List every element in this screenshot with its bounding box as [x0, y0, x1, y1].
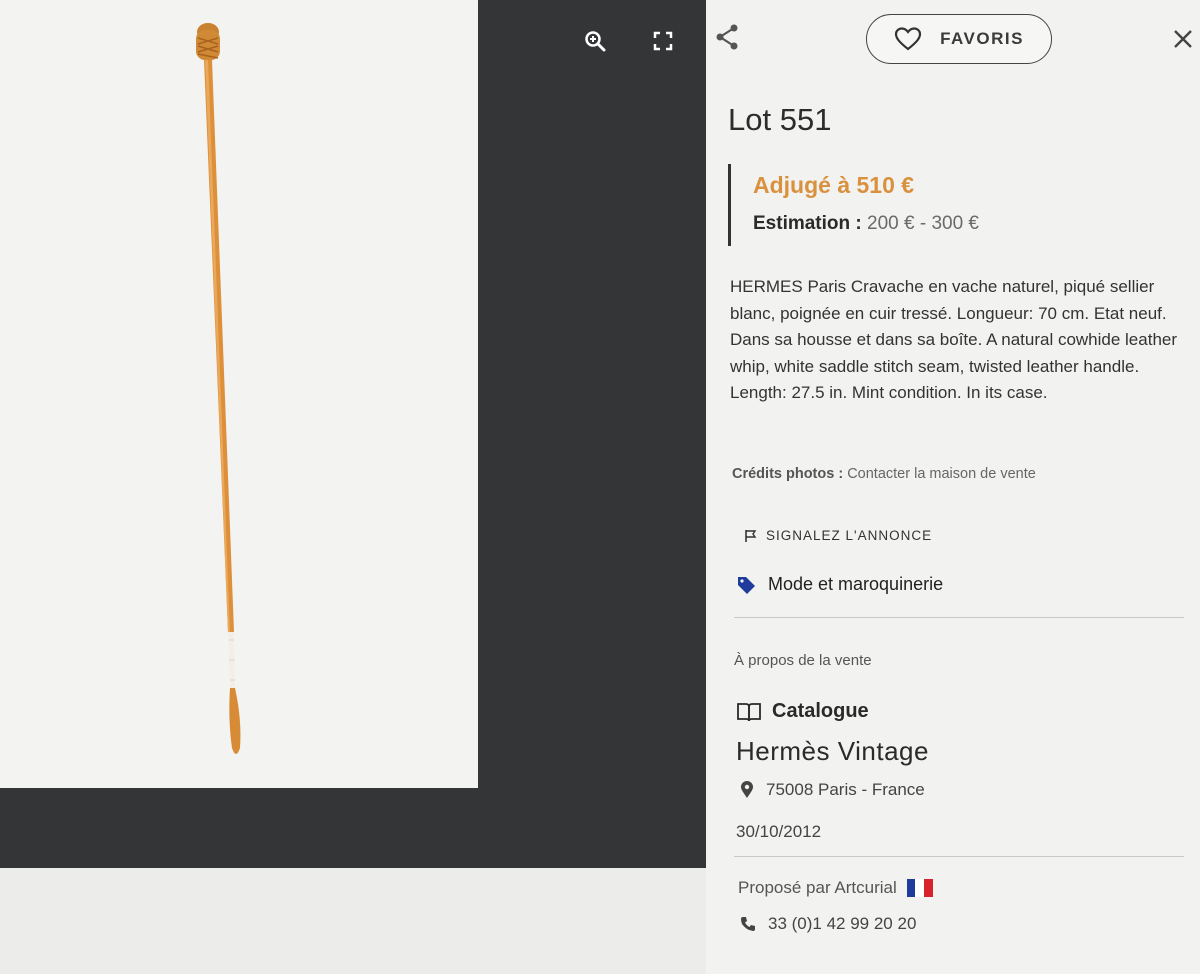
phone-number: 33 (0)1 42 99 20 20 [768, 914, 917, 933]
lot-description: HERMES Paris Cravache en vache naturel, … [730, 277, 1178, 402]
fullscreen-icon[interactable] [646, 24, 680, 58]
book-icon [737, 702, 761, 721]
favorite-button[interactable]: FAVORIS [866, 14, 1052, 64]
estimate-value: 200 € - 300 € [867, 213, 979, 234]
flag-icon [745, 529, 757, 542]
auction-house: Proposé par Artcurial [738, 878, 933, 898]
report-listing-link[interactable]: SIGNALEZ L'ANNONCE [744, 528, 932, 543]
sale-date: 30/10/2012 [736, 822, 822, 841]
location-text: 75008 Paris - France [766, 780, 925, 799]
sale-name[interactable]: Hermès Vintage [736, 736, 929, 767]
heart-icon [894, 27, 922, 51]
share-icon[interactable] [712, 22, 744, 54]
phone-contact[interactable]: 33 (0)1 42 99 20 20 [740, 914, 916, 934]
sale-location: 75008 Paris - France [740, 780, 925, 800]
report-label: SIGNALEZ L'ANNONCE [766, 528, 933, 543]
estimate: Estimation : 200 € - 300 € [753, 213, 979, 235]
whip-image [196, 23, 241, 754]
close-icon[interactable] [1172, 28, 1194, 50]
phone-icon [741, 917, 755, 931]
lot-photo[interactable] [0, 0, 478, 788]
tag-icon [738, 576, 755, 594]
catalogue-label: Catalogue [772, 700, 869, 722]
image-viewer [0, 0, 706, 868]
lot-title: Lot 551 [728, 102, 832, 137]
lot-detail-panel: FAVORIS Lot 551 Adjugé à 510 € Estimatio… [706, 0, 1200, 974]
credits-label: Crédits photos : [732, 466, 844, 482]
catalogue-link[interactable]: Catalogue [736, 700, 869, 723]
category-label: Mode et maroquinerie [768, 574, 944, 594]
sold-price: Adjugé à 510 € [753, 172, 915, 198]
divider [734, 856, 1184, 857]
divider [734, 617, 1184, 618]
panel-header: FAVORIS [706, 14, 1200, 66]
category-tag[interactable]: Mode et maroquinerie [736, 574, 943, 595]
price-block: Adjugé à 510 € Estimation : 200 € - 300 … [728, 164, 979, 246]
photo-credits: Crédits photos : Contacter la maison de … [732, 466, 1036, 482]
favorite-label: FAVORIS [940, 29, 1024, 48]
viewer-toolbar [578, 24, 680, 58]
estimate-label: Estimation : [753, 213, 862, 234]
credits-value: Contacter la maison de vente [847, 466, 1036, 482]
france-flag-icon [906, 879, 933, 897]
zoom-in-icon[interactable] [578, 24, 612, 58]
map-pin-icon [741, 781, 753, 798]
about-sale-label: À propos de la vente [734, 652, 872, 669]
page-background [0, 868, 706, 974]
offered-by-text[interactable]: Proposé par Artcurial [738, 878, 897, 898]
